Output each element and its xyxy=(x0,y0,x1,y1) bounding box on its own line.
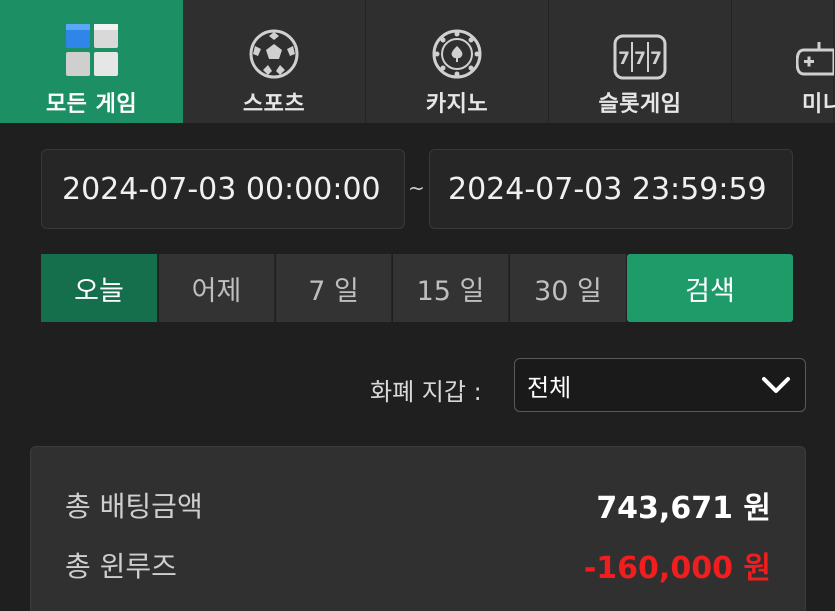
casino-chip-icon xyxy=(431,10,483,80)
soccer-ball-icon xyxy=(248,10,300,80)
date-from-value: 2024-07-03 00:00:00 xyxy=(62,171,381,207)
search-button[interactable]: 검색 xyxy=(627,254,793,322)
tab-slots[interactable]: 7 7 7 슬롯게임 xyxy=(549,0,732,123)
range-yesterday-button[interactable]: 어제 xyxy=(159,254,275,322)
tab-label: 미니 xyxy=(802,92,835,117)
svg-text:7: 7 xyxy=(618,49,630,69)
category-tabs: 모든 게임 스포츠 카지노 7 7 7 슬롯게임 미니 xyxy=(0,0,835,123)
tab-mini[interactable]: 미니 xyxy=(732,0,835,123)
tab-label: 카지노 xyxy=(425,92,489,117)
total-winloss-row: 총 윈루즈 -160,000 원 xyxy=(65,543,771,587)
tab-label: 슬롯게임 xyxy=(598,92,682,117)
date-to-value: 2024-07-03 23:59:59 xyxy=(448,171,767,207)
total-winloss-value: -160,000 원 xyxy=(583,551,771,586)
tab-label: 모든 게임 xyxy=(45,92,138,117)
summary-card: 총 배팅금액 743,671 원 총 윈루즈 -160,000 원 xyxy=(30,446,806,611)
all-games-icon xyxy=(64,10,120,80)
tab-sports[interactable]: 스포츠 xyxy=(183,0,366,123)
tab-label: 스포츠 xyxy=(242,92,306,117)
currency-wallet-label: 화폐 지갑 : xyxy=(370,378,482,406)
range-30days-button[interactable]: 30 일 xyxy=(510,254,626,322)
range-7days-button[interactable]: 7 일 xyxy=(276,254,392,322)
svg-text:7: 7 xyxy=(634,49,646,69)
total-bet-value: 743,671 원 xyxy=(596,491,771,526)
chevron-down-icon xyxy=(761,373,791,403)
tab-all-games[interactable]: 모든 게임 xyxy=(0,0,183,123)
total-bet-row: 총 배팅금액 743,671 원 xyxy=(65,483,771,527)
date-range-separator: ~ xyxy=(408,176,425,200)
total-bet-label: 총 배팅금액 xyxy=(65,490,203,523)
gamepad-icon xyxy=(796,10,834,80)
svg-text:7: 7 xyxy=(650,49,662,69)
currency-wallet-select[interactable]: 전체 xyxy=(514,358,806,412)
range-today-button[interactable]: 오늘 xyxy=(41,254,158,322)
date-to-input[interactable]: 2024-07-03 23:59:59 xyxy=(429,149,793,229)
tab-casino[interactable]: 카지노 xyxy=(366,0,549,123)
date-from-input[interactable]: 2024-07-03 00:00:00 xyxy=(41,149,405,229)
range-15days-button[interactable]: 15 일 xyxy=(393,254,509,322)
slot-machine-icon: 7 7 7 xyxy=(613,10,667,80)
total-winloss-label: 총 윈루즈 xyxy=(65,550,177,583)
currency-wallet-selected: 전체 xyxy=(527,373,572,402)
